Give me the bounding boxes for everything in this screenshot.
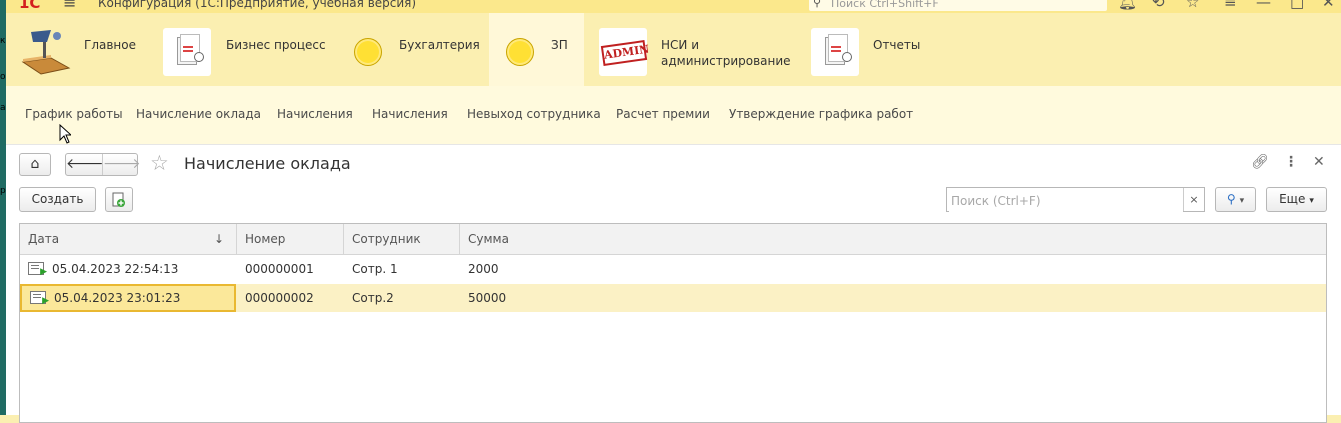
- section-label: Отчеты: [873, 38, 921, 52]
- clear-search-icon[interactable]: ×: [1183, 188, 1204, 211]
- lamp-icon: [21, 28, 71, 76]
- close-icon[interactable]: ✕: [1322, 0, 1335, 11]
- cell-employee: Сотр. 1: [352, 262, 398, 276]
- search-input[interactable]: [949, 189, 1183, 212]
- global-search-placeholder: Поиск Ctrl+Shift+F: [831, 0, 939, 10]
- table-header: Дата ↓ Номер Сотрудник Сумма: [20, 224, 1326, 255]
- cell-date: ▶ 05.04.2023 23:01:23: [20, 284, 236, 312]
- history-icon[interactable]: ⟲: [1152, 0, 1165, 11]
- coin-icon: [506, 28, 554, 76]
- more-menu-label: Еще: [1279, 192, 1306, 206]
- form-title: Начисление оклада: [184, 154, 351, 173]
- favorites-star-icon[interactable]: ☆: [1186, 0, 1199, 11]
- chevron-down-icon: ▾: [1309, 196, 1314, 206]
- coin-icon: [354, 28, 402, 76]
- column-header-sum[interactable]: Сумма: [460, 224, 1326, 254]
- table-row-selected[interactable]: ▶ 05.04.2023 23:01:23 000000002 Сотр.2 50…: [20, 284, 1326, 312]
- copy-button[interactable]: [105, 187, 133, 212]
- posted-document-icon: ▶: [28, 262, 47, 277]
- window-title: Конфигурация (1С:Предприятие, учебная ве…: [98, 0, 417, 10]
- section-label: Бухгалтерия: [399, 38, 480, 52]
- chevron-down-icon: ▾: [1239, 196, 1245, 206]
- table-row[interactable]: ▶ 05.04.2023 22:54:13 000000001 Сотр. 1 2…: [20, 255, 1326, 283]
- cell-sum: 2000: [468, 262, 499, 276]
- column-header-employee[interactable]: Сотрудник: [344, 224, 460, 254]
- column-header-number[interactable]: Номер: [237, 224, 344, 254]
- bell-icon[interactable]: 🔔︎: [1118, 0, 1137, 11]
- admin-stamp-icon: ADMIN: [599, 28, 650, 76]
- cell-date-text: 05.04.2023 23:01:23: [54, 291, 181, 305]
- document-icon: [163, 28, 211, 76]
- submenu-item[interactable]: Утверждение графика работ: [729, 107, 913, 121]
- section-nsi-admin[interactable]: ADMIN НСИ и администрирование: [599, 13, 799, 86]
- cell-sum: 50000: [468, 291, 507, 305]
- list-search: ×: [946, 187, 1205, 212]
- sort-desc-icon: ↓: [213, 232, 224, 246]
- menu-icon[interactable]: ≡: [63, 0, 76, 12]
- close-form-icon[interactable]: ✕: [1313, 154, 1325, 170]
- posted-document-icon: ▶: [30, 291, 49, 306]
- section-main[interactable]: Главное: [21, 13, 156, 86]
- burger-icon[interactable]: ≡: [1224, 0, 1237, 11]
- forward-arrow-icon[interactable]: 🡒: [103, 154, 141, 175]
- create-button[interactable]: Создать: [19, 187, 96, 212]
- cell-number: 000000001: [245, 262, 314, 276]
- nav-buttons: 🡐 🡒: [65, 153, 141, 176]
- section-zp[interactable]: ЗП: [489, 13, 584, 86]
- mouse-cursor-icon: [59, 124, 71, 144]
- maximize-icon[interactable]: □: [1290, 0, 1304, 11]
- title-bar: 1С ≡ Конфигурация (1С:Предприятие, учебн…: [6, 0, 1341, 13]
- section-accounting[interactable]: Бухгалтерия: [354, 13, 489, 86]
- global-search-input[interactable]: ⚲ Поиск Ctrl+Shift+F: [809, 0, 1107, 11]
- section-label: Главное: [84, 38, 136, 52]
- section-submenu: График работы Начисление оклада Начислен…: [6, 86, 1341, 144]
- search-icon: ⚲: [1226, 192, 1236, 206]
- section-label: Бизнес процесс: [226, 38, 326, 52]
- submenu-item[interactable]: Начисления: [277, 107, 353, 121]
- search-button[interactable]: ⚲ ▾: [1215, 187, 1256, 212]
- back-arrow-icon[interactable]: 🡐: [66, 154, 104, 175]
- section-reports[interactable]: Отчеты: [811, 13, 951, 86]
- cell-date: ▶ 05.04.2023 22:54:13: [20, 255, 237, 283]
- link-icon[interactable]: 🔗︎: [1251, 154, 1269, 170]
- section-label: НСИ и администрирование: [661, 37, 791, 69]
- column-header-date[interactable]: Дата ↓: [20, 224, 237, 254]
- cell-date-text: 05.04.2023 22:54:13: [52, 262, 179, 276]
- section-label-line1: НСИ и: [661, 38, 699, 52]
- documents-table: Дата ↓ Номер Сотрудник Сумма ▶ 05.04.2023…: [19, 223, 1327, 423]
- section-label-line2: администрирование: [661, 54, 791, 68]
- home-button[interactable]: ⌂: [19, 153, 51, 176]
- column-title: Дата: [28, 232, 60, 246]
- submenu-item[interactable]: Невыход сотрудника: [467, 107, 601, 121]
- cell-number: 000000002: [245, 291, 314, 305]
- submenu-item[interactable]: График работы: [25, 107, 123, 121]
- more-menu-button[interactable]: Еще ▾: [1266, 187, 1327, 212]
- submenu-item[interactable]: Расчет премии: [616, 107, 710, 121]
- home-icon: ⌂: [30, 156, 40, 172]
- section-label: ЗП: [551, 38, 568, 52]
- document-icon: [811, 28, 859, 76]
- submenu-item[interactable]: Начисление оклада: [136, 107, 261, 121]
- more-actions-icon[interactable]: ⋮: [1284, 154, 1298, 170]
- submenu-item[interactable]: Начисления: [372, 107, 448, 121]
- search-icon: ⚲: [813, 0, 822, 9]
- list-form: ⌂ 🡐 🡒 ☆ Начисление оклада 🔗︎ ⋮ ✕ Создать…: [6, 144, 1341, 423]
- section-business-process[interactable]: Бизнес процесс: [163, 13, 338, 86]
- app-logo: 1С: [19, 0, 41, 12]
- sections-panel: Главное Бизнес процесс Бухгалтерия ЗП AD…: [6, 13, 1341, 86]
- favorite-star-icon[interactable]: ☆: [150, 151, 169, 175]
- minimize-icon[interactable]: —: [1256, 0, 1271, 11]
- copy-document-icon: [112, 192, 125, 207]
- cell-employee: Сотр.2: [352, 291, 394, 305]
